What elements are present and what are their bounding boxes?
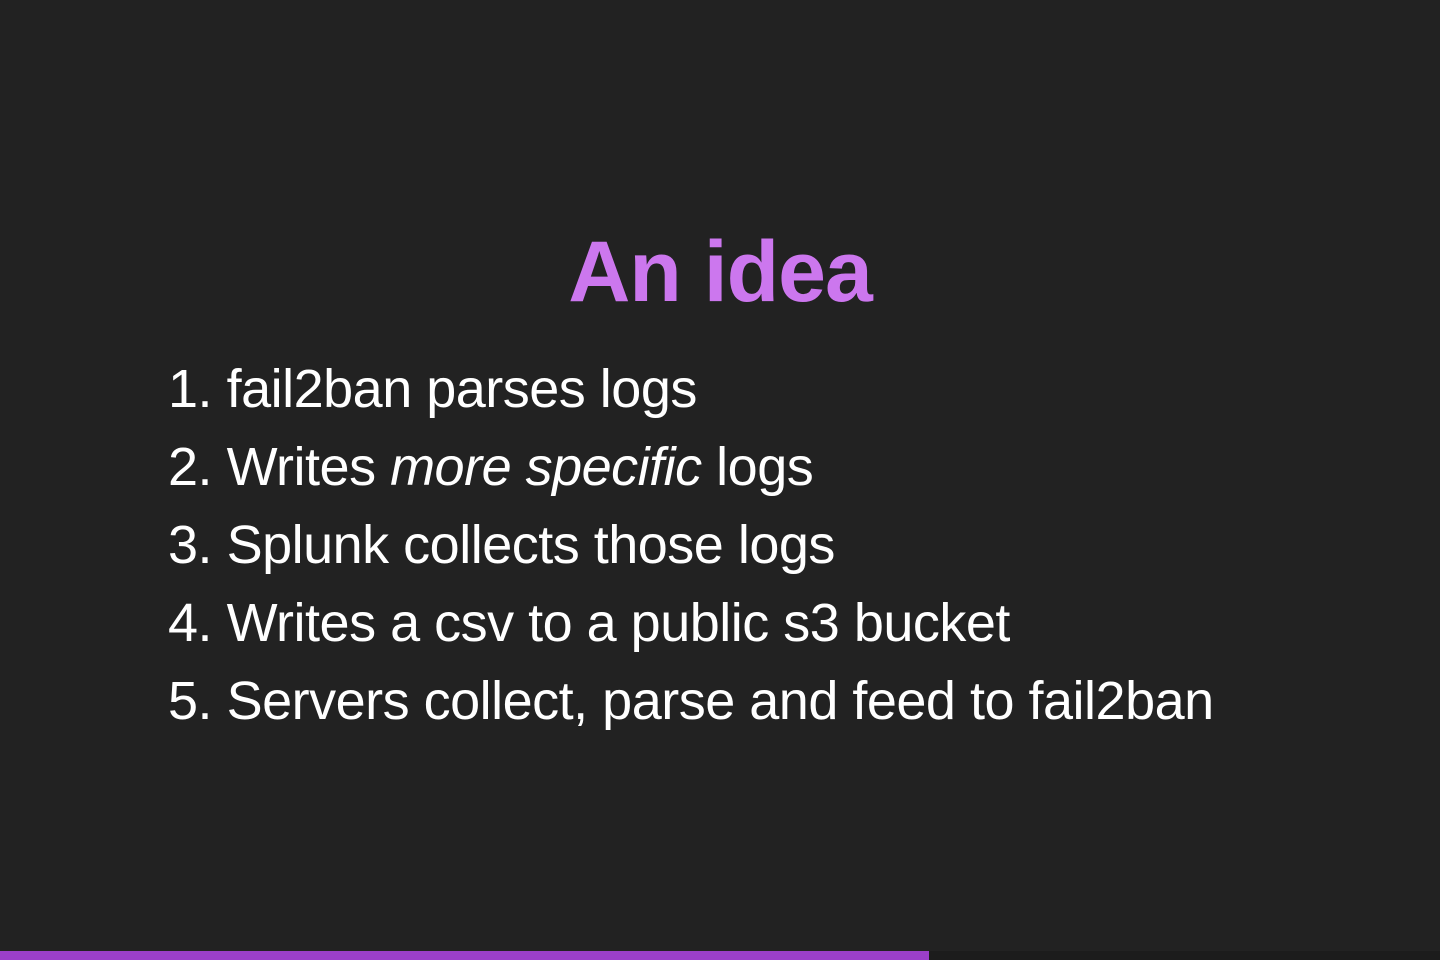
item-text: Splunk collects those logs (226, 515, 836, 575)
idea-steps-list: 1. fail2ban parses logs 2. Writes more s… (168, 350, 1368, 740)
slide-progress-bar (0, 951, 1440, 960)
list-item: 2. Writes more specific logs (168, 428, 1368, 506)
item-text: Writes (226, 437, 391, 497)
presentation-slide: An idea 1. fail2ban parses logs 2. Write… (0, 0, 1440, 960)
item-number: 2. (168, 437, 213, 497)
item-number: 4. (168, 593, 213, 653)
item-emphasis: more specific (390, 437, 702, 497)
slide-title: An idea (568, 224, 873, 320)
list-item: 4. Writes a csv to a public s3 bucket (168, 584, 1368, 662)
item-number: 1. (168, 359, 213, 419)
list-item: 3. Splunk collects those logs (168, 506, 1368, 584)
list-item: 5. Servers collect, parse and feed to fa… (168, 662, 1368, 740)
item-number: 3. (168, 515, 213, 575)
item-text: Writes a csv to a public s3 bucket (226, 593, 1011, 653)
item-text-after: logs (701, 437, 814, 497)
item-text: Servers collect, parse and feed to fail2… (226, 671, 1215, 731)
item-text: fail2ban parses logs (226, 359, 698, 419)
slide-progress-fill (0, 951, 929, 960)
list-item: 1. fail2ban parses logs (168, 350, 1368, 428)
item-number: 5. (168, 671, 213, 731)
